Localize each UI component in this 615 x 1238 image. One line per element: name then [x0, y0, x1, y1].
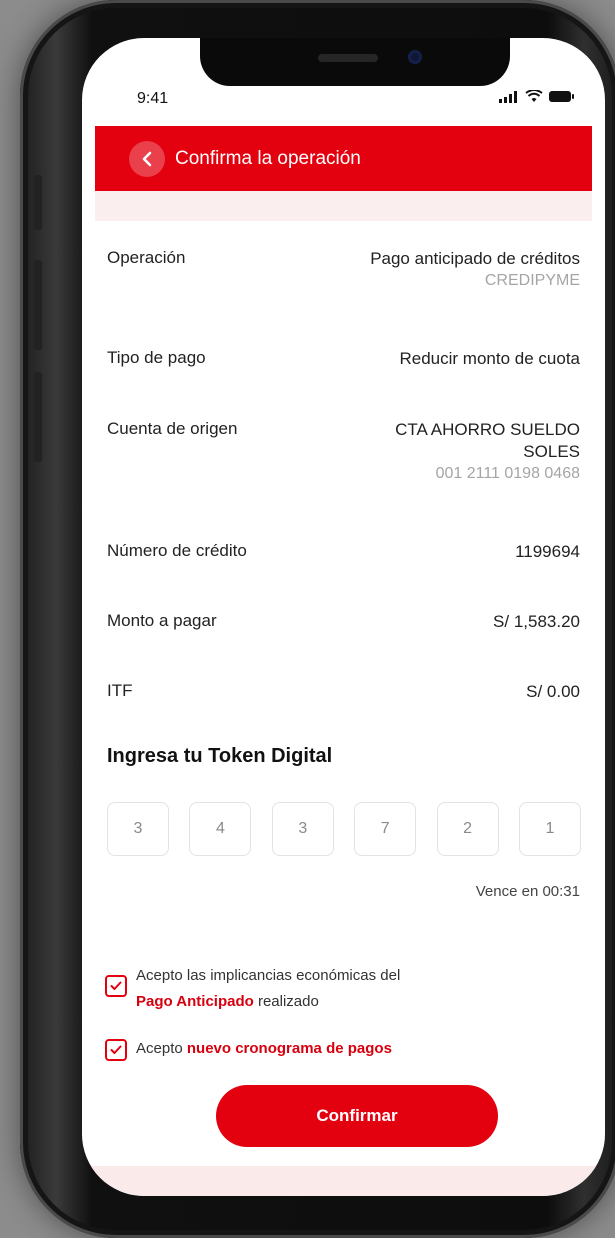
accept-schedule-text: Acepto — [136, 1040, 183, 1057]
detail-value-sub: 001 2111 0198 0468 — [435, 465, 580, 482]
detail-value: S/ 1,583.20 — [493, 611, 580, 633]
token-digit-4[interactable]: 7 — [354, 802, 417, 856]
token-input-group: 3 4 3 7 2 1 — [107, 802, 581, 856]
detail-value: S/ 0.00 — [526, 681, 580, 703]
token-digit-6[interactable]: 1 — [518, 802, 581, 856]
detail-label: Monto a pagar — [107, 611, 217, 630]
detail-value-text: S/ 1,583.20 — [493, 612, 580, 631]
app-header: Confirma la operación — [95, 126, 592, 191]
detail-label: Cuenta de origen — [107, 419, 238, 438]
accept-implications-label: Acepto las implicancias económicas del P… — [136, 963, 400, 1015]
accept-schedule-checkbox[interactable] — [105, 1039, 127, 1061]
token-title: Ingresa tu Token Digital — [107, 745, 333, 767]
status-bar: 9:41 — [82, 38, 605, 126]
detail-label: Número de crédito — [107, 541, 247, 560]
chevron-left-icon — [142, 151, 152, 166]
accept-implications-row[interactable]: Acepto las implicancias económicas del P… — [105, 963, 400, 1015]
detail-value-sub: CREDIPYME — [484, 272, 580, 289]
phone-frame: 9:41 Confirma la operación Operación Pag… — [20, 0, 615, 1238]
volume-up-button — [34, 260, 42, 350]
detail-value-text: Reducir monto de cuota — [399, 349, 581, 368]
accept-schedule-label: Acepto nuevo cronograma de pagos — [136, 1036, 392, 1062]
bottom-fade — [82, 1166, 605, 1196]
accept-implications-line2: Pago Anticipado realizado — [136, 989, 400, 1015]
wifi-icon — [525, 90, 543, 102]
signal-icon — [499, 90, 517, 103]
volume-down-button — [34, 372, 42, 462]
token-digit-3[interactable]: 3 — [271, 802, 334, 856]
token-digit-5[interactable]: 2 — [436, 802, 499, 856]
detail-value: Reducir monto de cuota — [400, 348, 581, 370]
detail-value-text: CTA AHORRO SUELDO — [395, 420, 580, 439]
detail-label: ITF — [107, 681, 133, 700]
checkmark-icon — [110, 1045, 122, 1054]
detail-value-text: Pago anticipado de créditos — [370, 249, 580, 268]
token-digit-2[interactable]: 4 — [189, 802, 252, 856]
detail-value: CTA AHORRO SUELDO SOLES 001 2111 0198 04… — [395, 419, 580, 485]
header-spacer — [95, 191, 592, 221]
detail-value: Pago anticipado de créditos CREDIPYME — [370, 248, 580, 292]
page-title: Confirma la operación — [175, 147, 361, 169]
token-digit-1[interactable]: 3 — [107, 802, 169, 856]
pago-anticipado-link[interactable]: Pago Anticipado — [136, 993, 254, 1010]
nuevo-cronograma-link[interactable]: nuevo cronograma de pagos — [187, 1040, 392, 1057]
accept-implications-text: Acepto las implicancias económicas del — [136, 967, 401, 984]
status-icons — [499, 90, 575, 103]
accept-implications-suffix: realizado — [257, 993, 319, 1010]
detail-value-text: S/ 0.00 — [526, 682, 580, 701]
checkmark-icon — [110, 981, 122, 990]
detail-value-text: 1199694 — [515, 542, 580, 561]
battery-icon — [549, 91, 574, 102]
token-expiry: Vence en 00:31 — [475, 883, 580, 900]
accept-schedule-row[interactable]: Acepto nuevo cronograma de pagos — [105, 1036, 392, 1062]
detail-value-text-2: SOLES — [523, 442, 580, 461]
phone-screen: 9:41 Confirma la operación Operación Pag… — [82, 38, 605, 1196]
accept-implications-checkbox[interactable] — [105, 975, 127, 997]
mute-switch — [34, 175, 42, 230]
confirm-button[interactable]: Confirmar — [216, 1085, 498, 1147]
detail-label: Operación — [107, 248, 186, 267]
detail-label: Tipo de pago — [107, 348, 206, 367]
status-time: 9:41 — [137, 90, 169, 107]
detail-value: 1199694 — [515, 541, 580, 563]
back-button[interactable] — [129, 140, 165, 177]
